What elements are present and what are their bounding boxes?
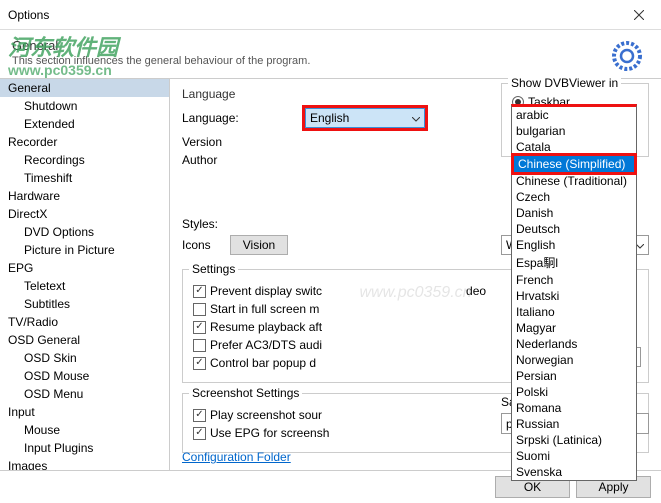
language-option[interactable]: bulgarian <box>512 123 636 139</box>
checkbox-icon <box>193 409 206 422</box>
checkbox-label: Use EPG for screensh <box>210 426 329 440</box>
language-option[interactable]: Romana <box>512 400 636 416</box>
checkbox-label: Play screenshot sour <box>210 408 322 422</box>
sidebar-item-general[interactable]: General <box>0 79 169 97</box>
language-option[interactable]: Polski <box>512 384 636 400</box>
language-option[interactable]: Danish <box>512 205 636 221</box>
gear-icon <box>609 38 645 74</box>
checkbox-icon <box>193 427 206 440</box>
checkbox-icon <box>193 303 206 316</box>
language-option[interactable]: French <box>512 272 636 288</box>
sidebar-item-extended[interactable]: Extended <box>0 115 169 133</box>
sidebar-item-osd-skin[interactable]: OSD Skin <box>0 349 169 367</box>
sidebar-item-subtitles[interactable]: Subtitles <box>0 295 169 313</box>
language-option[interactable]: Srpski (Latinica) <box>512 432 636 448</box>
sidebar-item-osd-mouse[interactable]: OSD Mouse <box>0 367 169 385</box>
sidebar-item-teletext[interactable]: Teletext <box>0 277 169 295</box>
sidebar-item-dvd-options[interactable]: DVD Options <box>0 223 169 241</box>
language-option[interactable]: Hrvatski <box>512 288 636 304</box>
configuration-folder-link[interactable]: Configuration Folder <box>182 450 291 464</box>
header-description: This section influences the general beha… <box>12 55 649 67</box>
sidebar-item-timeshift[interactable]: Timeshift <box>0 169 169 187</box>
chevron-down-icon <box>412 111 420 125</box>
icons-label: Icons <box>182 238 230 252</box>
close-button[interactable] <box>616 0 661 30</box>
language-option[interactable]: Russian <box>512 416 636 432</box>
checkbox-label: Control bar popup d <box>210 356 316 370</box>
sidebar-item-picture-in-picture[interactable]: Picture in Picture <box>0 241 169 259</box>
sidebar-item-images[interactable]: Images <box>0 457 169 470</box>
sidebar[interactable]: GeneralShutdownExtendedRecorderRecording… <box>0 78 170 470</box>
language-option[interactable]: arabic <box>512 107 636 123</box>
language-dropdown[interactable]: arabicbulgarianCatalaChinese (Simplified… <box>511 104 637 481</box>
author-label: Author <box>182 153 302 167</box>
sidebar-item-recordings[interactable]: Recordings <box>0 151 169 169</box>
language-select[interactable]: English <box>305 108 425 128</box>
language-option[interactable]: Magyar <box>512 320 636 336</box>
sidebar-item-osd-menu[interactable]: OSD Menu <box>0 385 169 403</box>
language-option[interactable]: English <box>512 237 636 253</box>
language-option[interactable]: Suomi <box>512 448 636 464</box>
header-tab: General <box>12 38 649 53</box>
language-option[interactable]: Italiano <box>512 304 636 320</box>
styles-label: Styles: <box>182 217 230 231</box>
checkbox-icon <box>193 357 206 370</box>
sidebar-item-input-plugins[interactable]: Input Plugins <box>0 439 169 457</box>
language-option[interactable]: Espa駉l <box>512 253 636 272</box>
language-option[interactable]: Nederlands <box>512 336 636 352</box>
sidebar-item-recorder[interactable]: Recorder <box>0 133 169 151</box>
checkbox-label: Prefer AC3/DTS audi <box>210 338 322 352</box>
sidebar-item-epg[interactable]: EPG <box>0 259 169 277</box>
setting-tail: deo <box>466 284 486 298</box>
checkbox-icon <box>193 285 206 298</box>
language-label: Language: <box>182 111 302 125</box>
language-option[interactable]: Czech <box>512 189 636 205</box>
sidebar-item-hardware[interactable]: Hardware <box>0 187 169 205</box>
sidebar-item-mouse[interactable]: Mouse <box>0 421 169 439</box>
checkbox-icon <box>193 321 206 334</box>
checkbox-label: Resume playback aft <box>210 320 322 334</box>
sidebar-item-tv-radio[interactable]: TV/Radio <box>0 313 169 331</box>
window-title: Options <box>8 8 49 22</box>
sidebar-item-directx[interactable]: DirectX <box>0 205 169 223</box>
language-option[interactable]: Persian <box>512 368 636 384</box>
checkbox-icon <box>193 339 206 352</box>
version-label: Version <box>182 135 302 149</box>
vision-button[interactable]: Vision <box>230 235 288 255</box>
checkbox-label: Prevent display switc <box>210 284 322 298</box>
sidebar-item-input[interactable]: Input <box>0 403 169 421</box>
sidebar-item-shutdown[interactable]: Shutdown <box>0 97 169 115</box>
sidebar-item-osd-general[interactable]: OSD General <box>0 331 169 349</box>
language-option[interactable]: Svenska <box>512 464 636 480</box>
language-option[interactable]: Norwegian <box>512 352 636 368</box>
chevron-down-icon <box>636 238 644 252</box>
language-option[interactable]: Chinese (Traditional) <box>512 173 636 189</box>
language-option[interactable]: Chinese (Simplified) <box>514 156 634 172</box>
checkbox-label: Start in full screen m <box>210 302 319 316</box>
language-option[interactable]: Deutsch <box>512 221 636 237</box>
